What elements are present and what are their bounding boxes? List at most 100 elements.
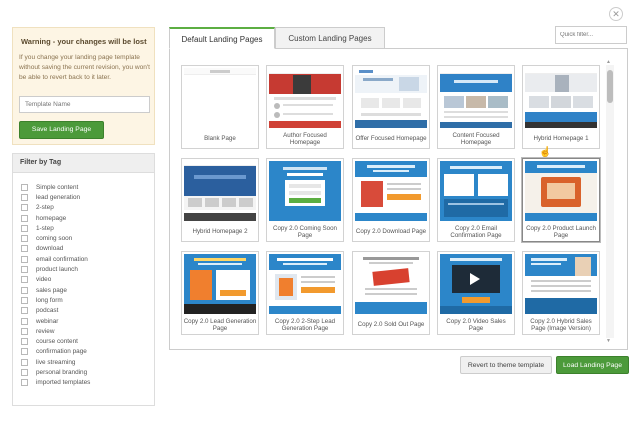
checkbox[interactable] xyxy=(21,296,28,304)
tag-label: email confirmation xyxy=(36,255,88,263)
load-landing-page-button[interactable]: Load Landing Page xyxy=(556,356,629,374)
tag-item[interactable]: course content xyxy=(13,336,154,346)
template-caption: Copy 2.0 2-Step Lead Generation Page xyxy=(274,317,336,332)
template-thumbnail xyxy=(525,161,597,221)
tag-label: imported templates xyxy=(36,379,91,387)
tag-item[interactable]: sales page xyxy=(13,285,154,295)
warning-text: If you change your landing page template… xyxy=(19,54,151,81)
template-card-copy-2-download-page[interactable]: Copy 2.0 Download Page xyxy=(352,158,430,242)
template-card-author-focused-homepage[interactable]: Author Focused Homepage xyxy=(266,65,344,149)
checkbox[interactable] xyxy=(21,183,28,191)
template-caption: Hybrid Homepage 1 xyxy=(533,135,589,143)
tag-label: 1-step xyxy=(36,224,54,232)
template-card-hybrid-homepage-1[interactable]: Hybrid Homepage 1 xyxy=(522,65,600,149)
checkbox[interactable] xyxy=(21,214,28,222)
tag-label: 2-step xyxy=(36,204,54,212)
tag-label: personal branding xyxy=(36,368,88,376)
tag-label: live streaming xyxy=(36,358,76,366)
warning-panel: Warning - your changes will be lost If y… xyxy=(12,27,155,145)
template-caption: Author Focused Homepage xyxy=(283,131,327,146)
tag-item[interactable]: podcast xyxy=(13,306,154,316)
checkbox[interactable] xyxy=(21,224,28,232)
tag-item[interactable]: coming soon xyxy=(13,233,154,243)
scroll-up-arrow-icon[interactable]: ▲ xyxy=(606,59,611,65)
tag-item[interactable]: homepage xyxy=(13,213,154,223)
checkbox[interactable] xyxy=(21,204,28,212)
template-card-copy-2-product-launch-page[interactable]: Copy 2.0 Product Launch Page xyxy=(522,158,600,242)
scrollbar-thumb[interactable] xyxy=(607,70,613,103)
tag-item[interactable]: download xyxy=(13,244,154,254)
checkbox[interactable] xyxy=(21,255,28,263)
checkbox[interactable] xyxy=(21,317,28,325)
template-caption: Copy 2.0 Coming Soon Page xyxy=(273,224,337,239)
template-caption: Hybrid Homepage 2 xyxy=(192,228,248,236)
tab-custom-landing-pages[interactable]: Custom Landing Pages xyxy=(275,27,385,49)
checkbox[interactable] xyxy=(21,327,28,335)
mouse-cursor-icon: ☝ xyxy=(539,147,552,158)
template-caption: Copy 2.0 Email Confirmation Page xyxy=(450,224,502,239)
tag-item[interactable]: 2-step xyxy=(13,203,154,213)
tag-item[interactable]: webinar xyxy=(13,316,154,326)
tag-item[interactable]: long form xyxy=(13,295,154,305)
tag-item[interactable]: confirmation page xyxy=(13,347,154,357)
tag-label: review xyxy=(36,327,55,335)
tag-item[interactable]: 1-step xyxy=(13,223,154,233)
tag-label: sales page xyxy=(36,286,67,294)
close-icon[interactable]: ✕ xyxy=(609,7,623,21)
template-caption: Content Focused Homepage xyxy=(452,131,500,146)
tag-item[interactable]: lead generation xyxy=(13,192,154,202)
template-thumbnail xyxy=(355,254,427,314)
template-caption: Copy 2.0 Hybrid Sales Page (Image Versio… xyxy=(530,317,592,332)
template-card-copy-2-video-sales-page[interactable]: Copy 2.0 Video Sales Page xyxy=(437,251,515,335)
quick-filter-input[interactable] xyxy=(555,26,627,44)
checkbox[interactable] xyxy=(21,307,28,315)
tag-label: Simple content xyxy=(36,183,79,191)
tag-label: course content xyxy=(36,338,78,346)
checkbox[interactable] xyxy=(21,193,28,201)
template-thumbnail xyxy=(440,161,512,221)
checkbox[interactable] xyxy=(21,276,28,284)
checkbox[interactable] xyxy=(21,358,28,366)
checkbox[interactable] xyxy=(21,286,28,294)
scrollbar-track[interactable] xyxy=(606,65,614,338)
tag-label: product launch xyxy=(36,266,78,274)
template-card-content-focused-homepage[interactable]: Content Focused Homepage xyxy=(437,65,515,149)
checkbox[interactable] xyxy=(21,348,28,356)
template-card-offer-focused-homepage[interactable]: Offer Focused Homepage xyxy=(352,65,430,149)
save-landing-page-button[interactable]: Save Landing Page xyxy=(19,121,104,139)
tag-item[interactable]: live streaming xyxy=(13,357,154,367)
template-caption: Copy 2.0 Video Sales Page xyxy=(446,317,506,332)
template-card-copy-2-hybrid-sales-page-image-version[interactable]: Copy 2.0 Hybrid Sales Page (Image Versio… xyxy=(522,251,600,335)
template-thumbnail xyxy=(269,161,341,221)
tag-label: podcast xyxy=(36,307,59,315)
checkbox[interactable] xyxy=(21,245,28,253)
template-card-hybrid-homepage-2[interactable]: Hybrid Homepage 2 xyxy=(181,158,259,242)
tag-label: lead generation xyxy=(36,193,81,201)
template-caption: Blank Page xyxy=(204,135,236,143)
template-card-copy-2-sold-out-page[interactable]: Copy 2.0 Sold Out Page xyxy=(352,251,430,335)
tag-label: video xyxy=(36,276,52,284)
checkbox[interactable] xyxy=(21,266,28,274)
checkbox[interactable] xyxy=(21,338,28,346)
template-card-copy-2-coming-soon-page[interactable]: Copy 2.0 Coming Soon Page xyxy=(266,158,344,242)
template-name-input[interactable] xyxy=(19,96,150,113)
template-card-copy-2-email-confirmation-page[interactable]: Copy 2.0 Email Confirmation Page xyxy=(437,158,515,242)
template-card-blank-page[interactable]: Blank Page xyxy=(181,65,259,149)
scroll-down-arrow-icon[interactable]: ▼ xyxy=(606,338,611,344)
revert-to-theme-template-button[interactable]: Revert to theme template xyxy=(460,356,552,374)
template-card-copy-2-lead-generation-page[interactable]: Copy 2.0 Lead Generation Page xyxy=(181,251,259,335)
tag-item[interactable]: email confirmation xyxy=(13,254,154,264)
checkbox[interactable] xyxy=(21,235,28,243)
tag-item[interactable]: imported templates xyxy=(13,378,154,388)
template-thumbnail xyxy=(355,68,427,128)
tag-item[interactable]: review xyxy=(13,326,154,336)
template-card-copy-2-2-step-lead-generation-page[interactable]: Copy 2.0 2-Step Lead Generation Page xyxy=(266,251,344,335)
checkbox[interactable] xyxy=(21,368,28,376)
tag-item[interactable]: product launch xyxy=(13,264,154,274)
checkbox[interactable] xyxy=(21,379,28,387)
tag-item[interactable]: personal branding xyxy=(13,367,154,377)
tag-item[interactable]: video xyxy=(13,275,154,285)
tag-item[interactable]: Simple content xyxy=(13,182,154,192)
tab-default-landing-pages[interactable]: Default Landing Pages xyxy=(169,27,275,49)
template-thumbnail xyxy=(440,68,512,128)
